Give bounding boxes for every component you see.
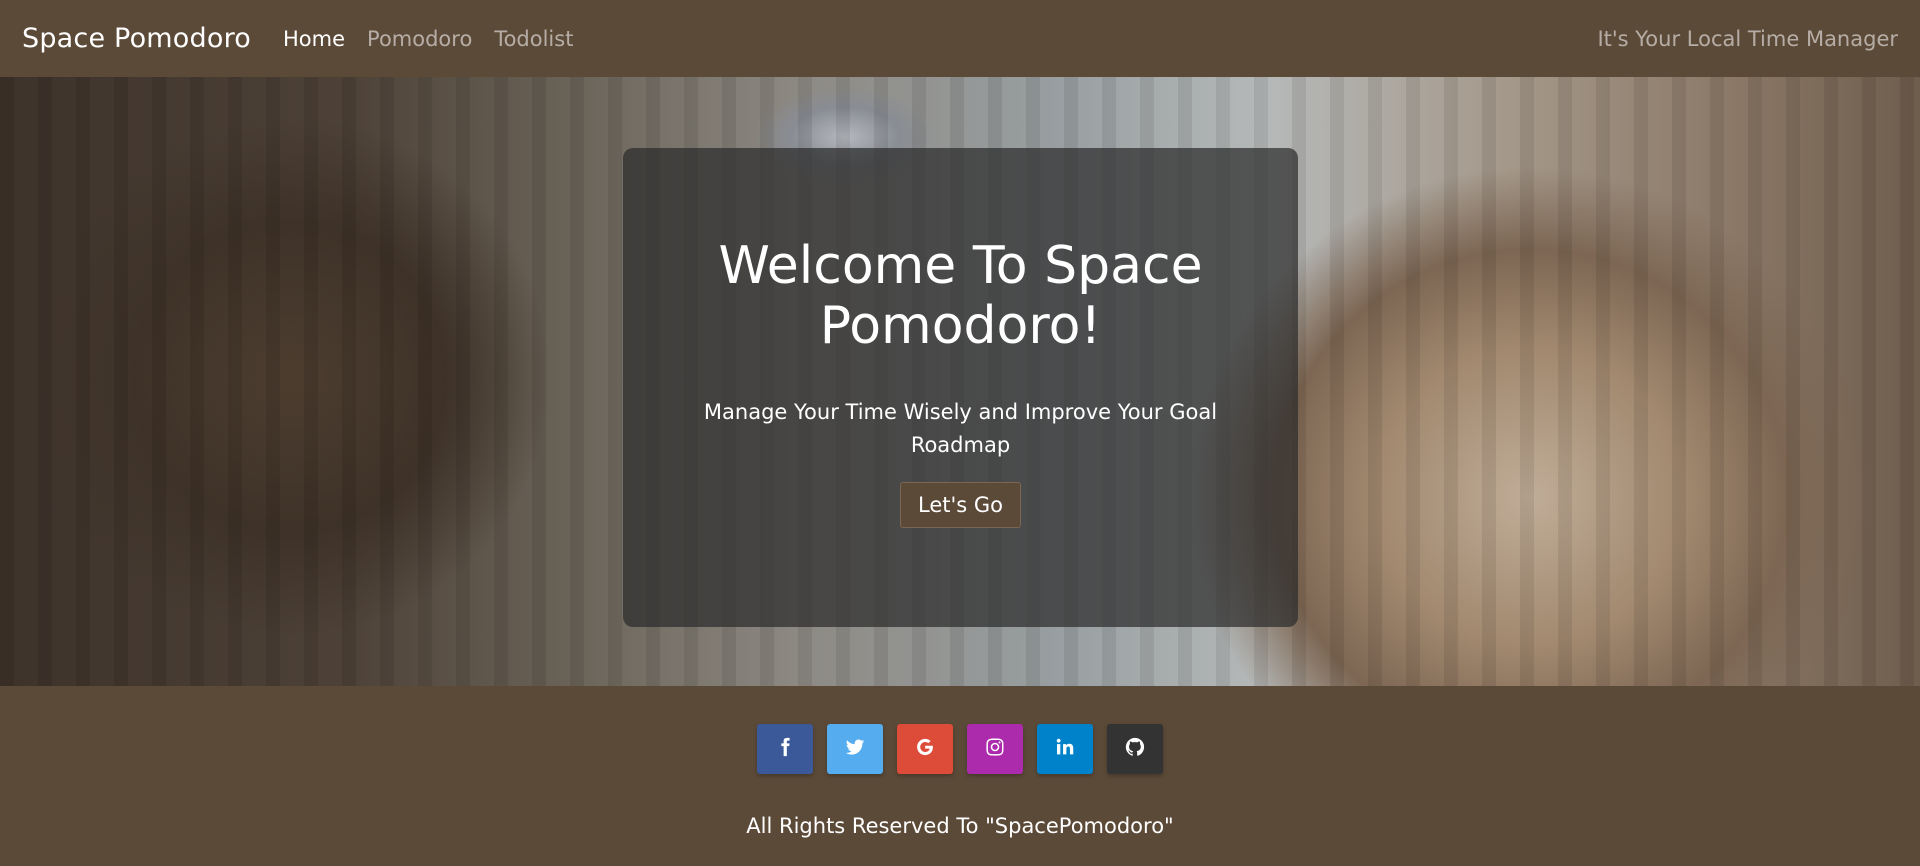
- instagram-icon: [984, 736, 1006, 762]
- github-icon: [1124, 736, 1146, 762]
- facebook-icon: [774, 736, 796, 762]
- linkedin-icon: [1054, 736, 1076, 762]
- facebook-button[interactable]: [757, 724, 813, 774]
- instagram-button[interactable]: [967, 724, 1023, 774]
- nav-link-pomodoro[interactable]: Pomodoro: [367, 27, 472, 51]
- linkedin-button[interactable]: [1037, 724, 1093, 774]
- hero-section: Welcome To Space Pomodoro! Manage Your T…: [0, 77, 1920, 686]
- navbar: Space Pomodoro Home Pomodoro Todolist It…: [0, 0, 1920, 77]
- footer: All Rights Reserved To "SpacePomodoro": [0, 686, 1920, 866]
- nav-link-todolist[interactable]: Todolist: [494, 27, 573, 51]
- twitter-button[interactable]: [827, 724, 883, 774]
- nav-link-home[interactable]: Home: [283, 27, 345, 51]
- github-button[interactable]: [1107, 724, 1163, 774]
- welcome-title: Welcome To Space Pomodoro!: [718, 236, 1203, 356]
- google-button[interactable]: [897, 724, 953, 774]
- nav-tagline: It's Your Local Time Manager: [1597, 26, 1898, 51]
- social-links: [757, 724, 1163, 774]
- copyright-text: All Rights Reserved To "SpacePomodoro": [746, 814, 1174, 838]
- nav-links: Home Pomodoro Todolist: [283, 27, 573, 51]
- google-icon: [914, 736, 936, 762]
- welcome-subtitle: Manage Your Time Wisely and Improve Your…: [703, 400, 1218, 457]
- lets-go-button[interactable]: Let's Go: [900, 482, 1021, 528]
- twitter-icon: [844, 736, 866, 762]
- welcome-card: Welcome To Space Pomodoro! Manage Your T…: [623, 148, 1298, 627]
- brand-link[interactable]: Space Pomodoro: [22, 23, 251, 54]
